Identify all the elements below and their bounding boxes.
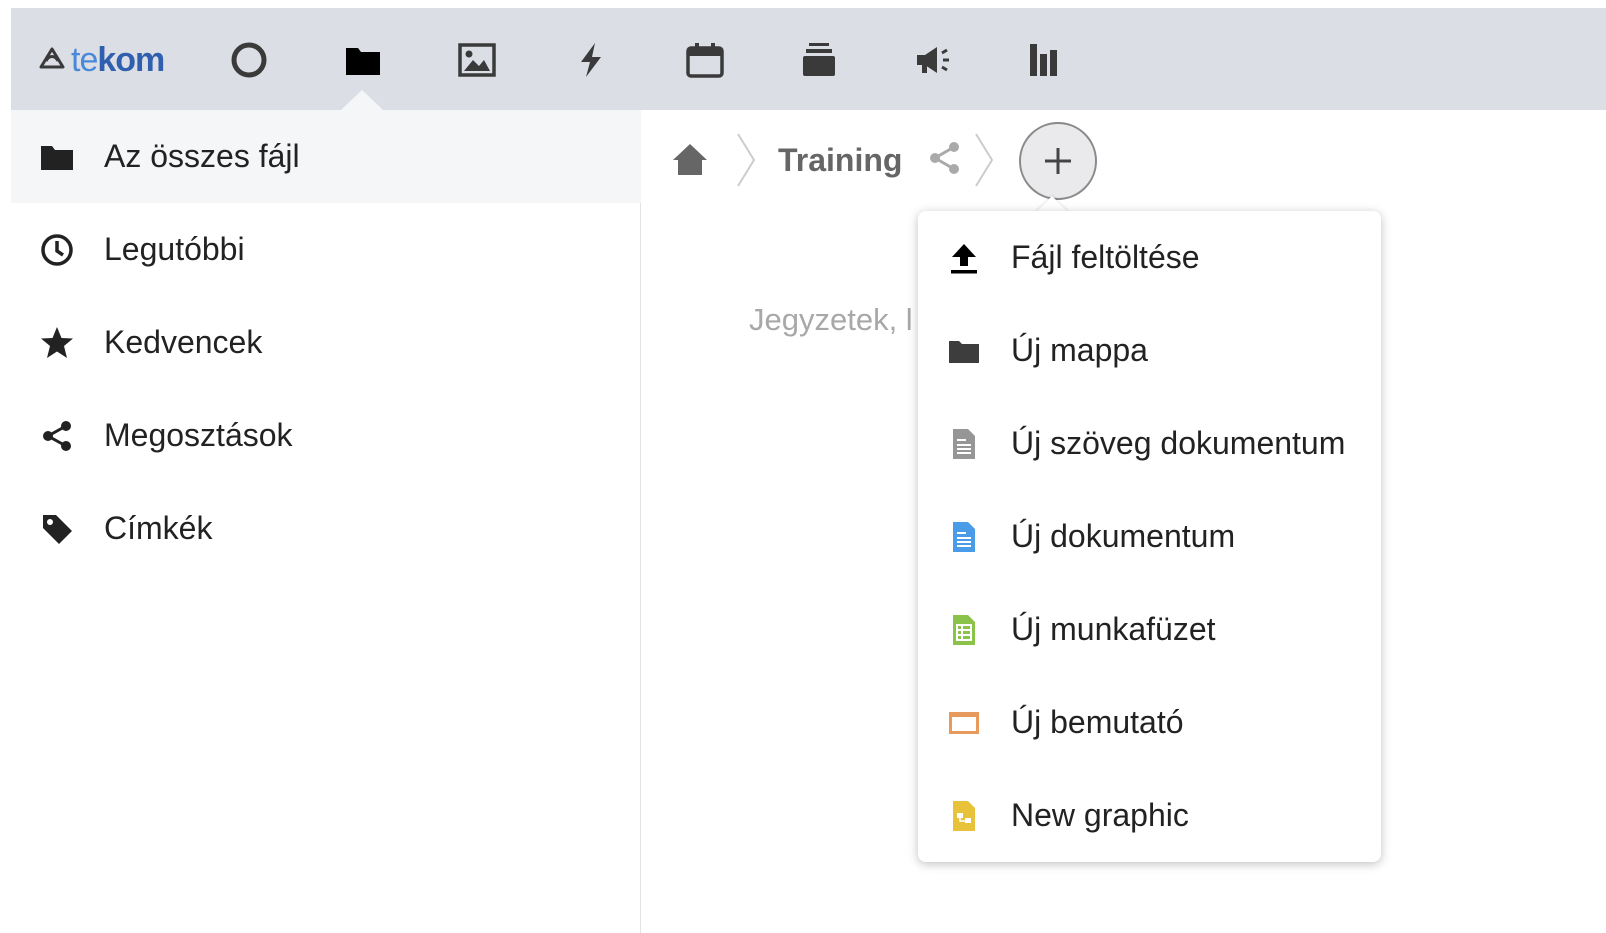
app-deck[interactable] — [797, 38, 841, 82]
sidebar-item-recent[interactable]: Legutóbbi — [11, 203, 641, 296]
home-icon[interactable] — [670, 140, 710, 180]
breadcrumb-separator — [737, 133, 756, 187]
app-activity[interactable] — [569, 38, 613, 82]
folder-icon — [945, 332, 983, 370]
share-icon — [38, 417, 76, 455]
sidebar-item-tags[interactable]: Címkék — [11, 482, 641, 575]
spreadsheet-icon — [945, 611, 983, 649]
menu-item-new-presentation[interactable]: Új bemutató — [918, 676, 1381, 769]
menu-item-label: Új szöveg dokumentum — [1011, 425, 1346, 461]
tekom-logo-icon — [39, 47, 65, 69]
sidebar-item-label: Megosztások — [104, 417, 293, 453]
calendar-icon — [686, 43, 724, 78]
sidebar: Az összes fájl Legutóbbi Kedvencek Megos… — [11, 110, 641, 933]
sidebar-item-favorites[interactable]: Kedvencek — [11, 296, 641, 389]
menu-item-label: Új mappa — [1011, 332, 1148, 368]
app-dashboard[interactable] — [227, 38, 271, 82]
folder-icon — [38, 138, 76, 176]
text-file-icon — [945, 425, 983, 463]
sidebar-item-label: Címkék — [104, 510, 213, 546]
menu-item-label: Új dokumentum — [1011, 518, 1236, 554]
document-icon — [945, 518, 983, 556]
app-calendar[interactable] — [683, 38, 727, 82]
share-icon[interactable] — [926, 138, 962, 178]
app-frame: tekom Az összes fájl Legutóbbi Kedvencek… — [11, 8, 1606, 933]
star-icon — [38, 324, 76, 362]
new-file-menu: Fájl feltöltése Új mappa Új szöveg dokum… — [918, 211, 1381, 862]
menu-item-new-spreadsheet[interactable]: Új munkafüzet — [918, 583, 1381, 676]
logo-text: tekom — [71, 40, 165, 79]
app-photos[interactable] — [455, 38, 499, 82]
presentation-icon — [945, 704, 983, 742]
breadcrumb-folder[interactable]: Training — [778, 142, 902, 179]
clock-icon — [38, 231, 76, 269]
app-announcements[interactable] — [911, 38, 955, 82]
logo[interactable]: tekom — [37, 40, 165, 80]
tag-icon — [38, 510, 76, 548]
sidebar-item-all-files[interactable]: Az összes fájl — [11, 110, 641, 203]
new-button[interactable] — [1019, 122, 1097, 200]
plus-icon — [1045, 148, 1071, 174]
menu-item-new-graphic[interactable]: New graphic — [918, 769, 1381, 862]
circle-icon — [231, 42, 267, 78]
breadcrumb-separator — [975, 133, 994, 187]
image-icon — [458, 43, 496, 77]
menu-item-new-folder[interactable]: Új mappa — [918, 304, 1381, 397]
menu-item-label: Új munkafüzet — [1011, 611, 1216, 647]
lightning-icon — [581, 43, 601, 77]
menu-item-label: New graphic — [1011, 797, 1189, 833]
sidebar-item-label: Legutóbbi — [104, 231, 245, 267]
stack-icon — [803, 43, 835, 76]
active-app-indicator — [341, 90, 383, 110]
graphic-icon — [945, 797, 983, 835]
upload-icon — [945, 239, 983, 277]
sidebar-item-label: Az összes fájl — [104, 138, 300, 174]
app-analytics[interactable] — [1023, 38, 1067, 82]
menu-item-upload[interactable]: Fájl feltöltése — [918, 211, 1381, 304]
sidebar-item-shares[interactable]: Megosztások — [11, 389, 641, 482]
app-files[interactable] — [341, 38, 385, 82]
bar-chart-icon — [1030, 44, 1057, 76]
menu-item-new-text[interactable]: Új szöveg dokumentum — [918, 397, 1381, 490]
menu-item-new-document[interactable]: Új dokumentum — [918, 490, 1381, 583]
top-bar: tekom — [11, 8, 1606, 110]
menu-item-label: Új bemutató — [1011, 704, 1184, 740]
menu-item-label: Fájl feltöltése — [1011, 239, 1200, 275]
megaphone-icon — [917, 47, 949, 73]
sidebar-item-label: Kedvencek — [104, 324, 263, 360]
folder-icon — [346, 48, 380, 75]
